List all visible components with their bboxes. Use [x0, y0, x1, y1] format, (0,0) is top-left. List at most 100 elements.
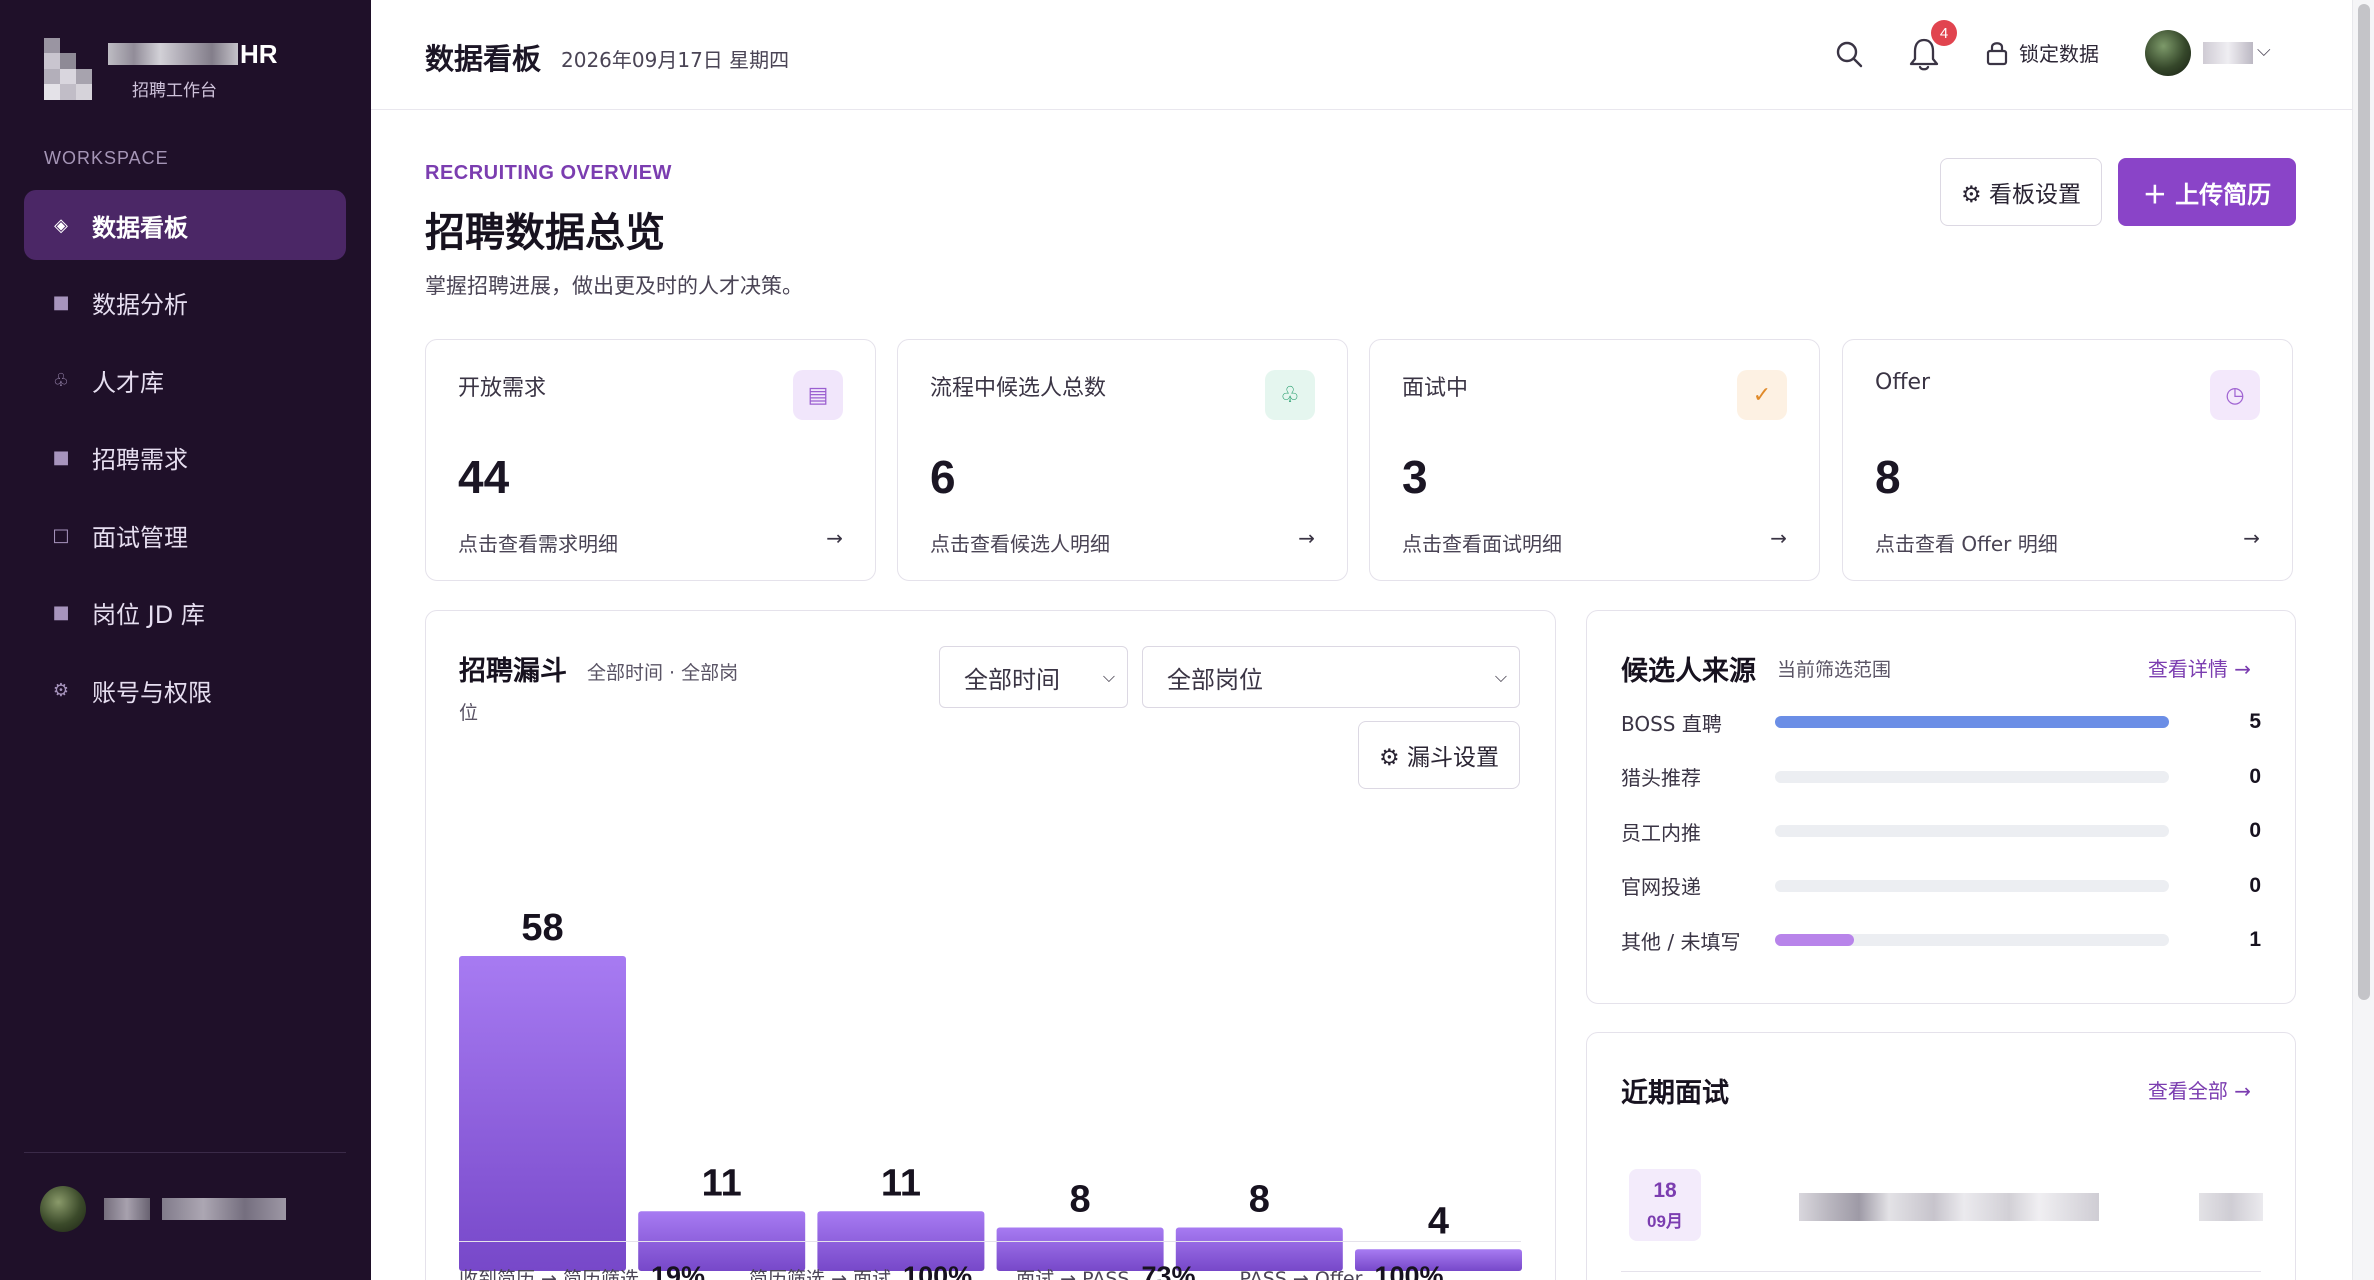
- user-name-redacted: [104, 1198, 150, 1220]
- funnel-bar-value: 4: [1428, 1200, 1449, 1242]
- scrollbar-thumb[interactable]: [2358, 4, 2370, 1000]
- interviews-title: 近期面试: [1621, 1078, 1729, 1109]
- lock-data-label: 锁定数据: [2019, 42, 2099, 66]
- sidebar-user[interactable]: [40, 1186, 286, 1232]
- source-bar-track: [1775, 934, 2169, 946]
- conversion-label: 收到简历 → 简历筛选: [459, 1268, 639, 1280]
- stat-label: Offer: [1875, 370, 1931, 395]
- section-title: 招聘数据总览: [425, 210, 665, 256]
- sidebar-item-requisitions[interactable]: ■ 招聘需求: [24, 423, 346, 493]
- conversion-item: PASS → Offer 100%: [1240, 1261, 1444, 1280]
- source-label: 官网投递: [1621, 875, 1701, 899]
- scrollbar[interactable]: [2352, 0, 2374, 1280]
- source-label: 猎头推荐: [1621, 766, 1701, 790]
- stat-value: 6: [930, 451, 956, 503]
- user-role-redacted: [162, 1198, 286, 1220]
- stat-card-offer[interactable]: Offer ◷ 8 点击查看 Offer 明细 →: [1842, 339, 2293, 581]
- conversion-item: 面试 → PASS 73%: [1016, 1261, 1195, 1280]
- funnel-subtitle: 全部时间 · 全部岗位: [459, 662, 739, 724]
- sidebar-item-analytics[interactable]: ■ 数据分析: [24, 268, 346, 338]
- chevron-down-icon: ⌵: [1494, 667, 1507, 686]
- view-details-link[interactable]: 查看详情 →: [2148, 653, 2251, 682]
- chevron-down-icon: ⌵: [1102, 667, 1115, 686]
- arrow-right-icon[interactable]: →: [2243, 526, 2260, 550]
- source-row: 员工内推 0: [1621, 816, 2261, 846]
- conversion-label: 面试 → PASS: [1016, 1268, 1130, 1280]
- clover-icon: ♧: [1265, 370, 1315, 420]
- sidebar-item-dashboard[interactable]: ◈ 数据看板: [24, 190, 346, 260]
- avatar[interactable]: [2145, 30, 2191, 76]
- stat-card-interviewing[interactable]: 面试中 ✓ 3 点击查看面试明细 →: [1369, 339, 1820, 581]
- arrow-right-icon[interactable]: →: [826, 526, 843, 550]
- square-icon: ■: [52, 292, 70, 313]
- source-value: 5: [2249, 710, 2261, 733]
- source-value: 0: [2249, 819, 2261, 842]
- conversion-value: 100%: [1374, 1261, 1444, 1280]
- search-icon[interactable]: [1833, 38, 1865, 70]
- arrow-right-icon[interactable]: →: [1298, 526, 1315, 550]
- conversion-value: 19%: [651, 1261, 706, 1280]
- interview-month: 09月: [1647, 1212, 1683, 1231]
- sidebar-item-interviews[interactable]: □ 面试管理: [24, 500, 346, 570]
- stat-value: 8: [1875, 451, 1901, 503]
- gear-icon: ⚙: [52, 679, 70, 701]
- section-subtitle: 掌握招聘进展，做出更及时的人才决策。: [425, 274, 803, 298]
- upload-resume-button[interactable]: ＋ 上传简历: [2118, 158, 2296, 226]
- sources-subtitle: 当前筛选范围: [1777, 659, 1892, 681]
- dashboard-settings-button[interactable]: ⚙ 看板设置: [1940, 158, 2102, 226]
- lock-data-button[interactable]: 锁定数据: [1985, 38, 2099, 67]
- sidebar-nav: ◈ 数据看板 ■ 数据分析 ♧ 人才库 ■ 招聘需求 □ 面试管理 ■ 岗位 J…: [24, 190, 346, 733]
- brand[interactable]: HR 招聘工作台: [44, 36, 278, 101]
- source-bar-fill: [1775, 716, 2169, 728]
- sidebar-item-accounts[interactable]: ⚙ 账号与权限: [24, 655, 346, 725]
- clock-icon: ◷: [2210, 370, 2260, 420]
- source-bar-track: [1775, 825, 2169, 837]
- stat-link[interactable]: 点击查看候选人明细: [930, 528, 1110, 557]
- time-range-select[interactable]: 全部时间 ⌵: [939, 646, 1128, 708]
- sidebar-item-label: 数据看板: [92, 213, 188, 242]
- position-select[interactable]: 全部岗位 ⌵: [1142, 646, 1520, 708]
- source-bar-fill: [1775, 934, 1854, 946]
- sidebar-item-jd-library[interactable]: ■ 岗位 JD 库: [24, 578, 346, 648]
- source-label: 其他 / 未填写: [1621, 929, 1741, 954]
- chevron-down-icon[interactable]: ⌵: [2257, 40, 2271, 61]
- candidate-sources-panel: 候选人来源 当前筛选范围 查看详情 → BOSS 直聘 5 猎头推荐 0 员工内推 0 官网…: [1586, 610, 2296, 1004]
- conversion-item: 简历筛选 → 面试 100%: [749, 1261, 972, 1280]
- recent-interviews-panel: 近期面试 查看全部 → 18 09月: [1586, 1032, 2296, 1280]
- funnel-bar-value: 11: [881, 1162, 921, 1204]
- user-name-redacted[interactable]: [2203, 42, 2253, 64]
- conversion-label: PASS → Offer: [1239, 1268, 1363, 1280]
- sidebar-item-label: 数据分析: [92, 291, 188, 319]
- stat-link[interactable]: 点击查看 Offer 明细: [1875, 528, 2058, 557]
- stat-link[interactable]: 点击查看面试明细: [1402, 528, 1562, 557]
- main-content: RECRUITING OVERVIEW 招聘数据总览 掌握招聘进展，做出更及时的…: [371, 110, 2352, 1280]
- time-range-value: 全部时间: [964, 665, 1060, 694]
- divider: [1621, 1271, 2261, 1272]
- brand-subtitle: 招聘工作台: [132, 81, 217, 101]
- stat-link[interactable]: 点击查看需求明细: [458, 528, 618, 557]
- funnel-bar-1[interactable]: [459, 956, 626, 1271]
- funnel-settings-button[interactable]: ⚙ 漏斗设置: [1358, 721, 1520, 789]
- funnel-bar-value: 58: [521, 907, 563, 949]
- funnel-bar-value: 8: [1070, 1179, 1091, 1221]
- sidebar-item-talent-pool[interactable]: ♧ 人才库: [24, 345, 346, 415]
- sidebar-item-label: 账号与权限: [92, 678, 212, 707]
- sidebar-item-label: 招聘需求: [92, 446, 188, 474]
- source-bar-track: [1775, 879, 2169, 892]
- funnel-bar-value: 8: [1249, 1179, 1270, 1221]
- stat-card-candidates[interactable]: 流程中候选人总数 ♧ 6 点击查看候选人明细 →: [897, 339, 1348, 581]
- sources-title: 候选人来源: [1621, 656, 1756, 687]
- stat-card-open-requisitions[interactable]: 开放需求 ▤ 44 点击查看需求明细 →: [425, 339, 876, 581]
- source-value: 1: [2249, 928, 2261, 951]
- arrow-right-icon[interactable]: →: [1770, 526, 1787, 550]
- interview-candidate-redacted[interactable]: [1799, 1193, 2099, 1221]
- stat-label: 面试中: [1402, 376, 1469, 401]
- conversion-label: 简历筛选 → 面试: [749, 1268, 892, 1280]
- square-icon: ■: [52, 447, 70, 468]
- stat-value: 44: [458, 451, 510, 503]
- lock-icon: [1986, 41, 2008, 65]
- stat-label: 开放需求: [458, 376, 547, 401]
- view-all-link[interactable]: 查看全部 →: [2148, 1075, 2251, 1104]
- sidebar-divider: [24, 1152, 346, 1153]
- position-value: 全部岗位: [1167, 665, 1263, 694]
